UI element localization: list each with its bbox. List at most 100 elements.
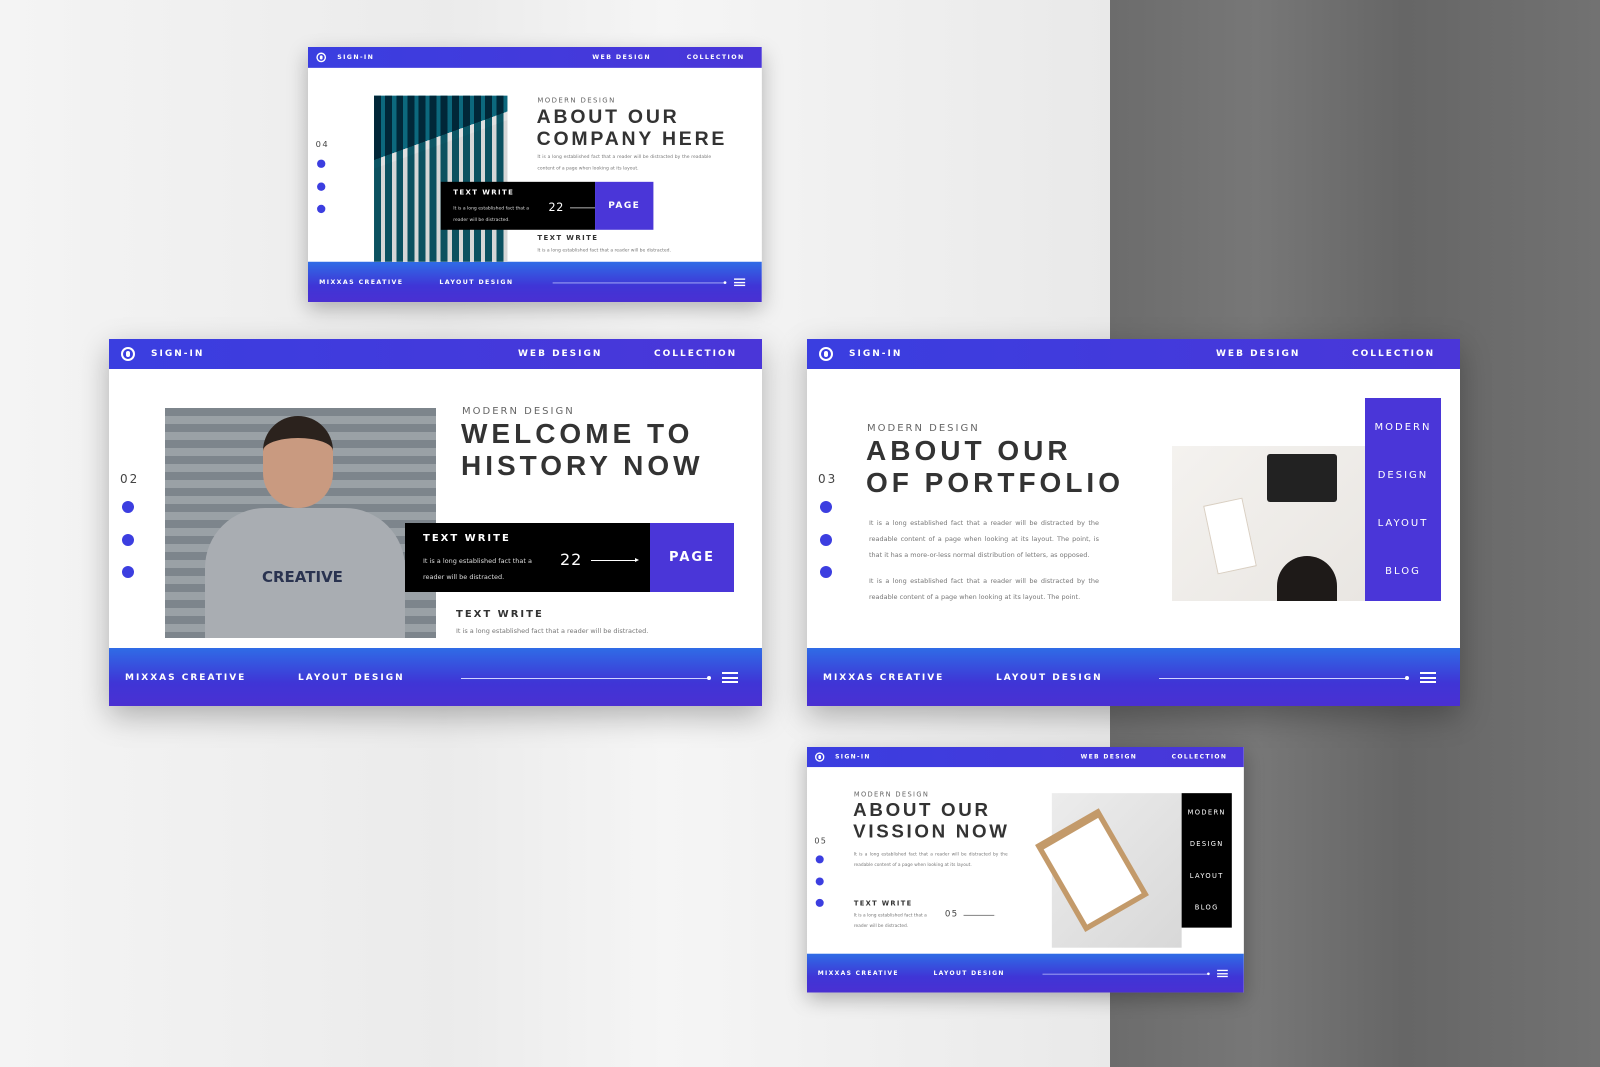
nav-web-design[interactable]: WEB DESIGN: [592, 54, 651, 61]
nav-dot[interactable]: [815, 855, 824, 864]
subtitle: MODERN DESIGN: [537, 97, 616, 105]
menu-item-modern[interactable]: MODERN: [1188, 809, 1226, 816]
slide-footer: MIXXAS CREATIVE LAYOUT DESIGN: [807, 648, 1460, 706]
sign-in-link[interactable]: SIGN-IN: [835, 754, 871, 761]
body-paragraph: It is a long established fact that a rea…: [869, 577, 1099, 601]
footer-layout: LAYOUT DESIGN: [439, 279, 514, 287]
clipboard: [1035, 808, 1149, 932]
title-line: HISTORY NOW: [461, 450, 704, 481]
footer-arrow-line: [1042, 972, 1210, 976]
nav-dot[interactable]: [122, 534, 134, 546]
title-line: OF PORTFOLIO: [866, 467, 1124, 498]
sign-in-link[interactable]: SIGN-IN: [849, 349, 902, 359]
text-write-box: TEXT WRITE It is a long established fact…: [405, 523, 650, 592]
title-line: ABOUT OUR: [853, 799, 991, 820]
text-write-box: TEXT WRITE It is a long established fact…: [440, 181, 604, 230]
nav-web-design[interactable]: WEB DESIGN: [518, 349, 602, 359]
nav-dot[interactable]: [122, 501, 134, 513]
slide-title: ABOUT OUR VISSION NOW: [853, 799, 1009, 842]
slide-title: ABOUT OUR OF PORTFOLIO: [866, 435, 1124, 499]
footer-layout: LAYOUT DESIGN: [298, 673, 405, 683]
slide-about-portfolio: SIGN-IN WEB DESIGN COLLECTION MIXXAS CRE…: [807, 339, 1460, 706]
nav-collection[interactable]: COLLECTION: [1352, 349, 1435, 359]
arrow-right-icon: [963, 913, 997, 917]
slide-header: SIGN-IN WEB DESIGN COLLECTION: [109, 339, 762, 369]
shirt-text: CREATIVE: [262, 568, 343, 586]
hamburger-menu-icon[interactable]: [1217, 969, 1228, 978]
title-line: ABOUT OUR: [536, 105, 680, 127]
hamburger-menu-icon[interactable]: [734, 278, 746, 287]
menu-item-layout[interactable]: LAYOUT: [1190, 873, 1224, 880]
subtitle: MODERN DESIGN: [853, 791, 930, 799]
nav-dot[interactable]: [815, 898, 824, 907]
building-photo: [374, 95, 508, 262]
footer-arrow-line: [461, 676, 711, 680]
page-button[interactable]: PAGE: [650, 523, 734, 592]
box-value: 22: [560, 550, 583, 569]
nav-collection[interactable]: COLLECTION: [687, 54, 745, 61]
footer-arrow-line: [1159, 676, 1409, 680]
slide-header: SIGN-IN WEB DESIGN COLLECTION: [807, 747, 1244, 768]
page-button[interactable]: PAGE: [595, 181, 654, 230]
user-circle-icon[interactable]: [316, 52, 327, 63]
user-circle-icon[interactable]: [121, 347, 135, 361]
hamburger-menu-icon[interactable]: [1420, 672, 1436, 683]
slide-title: WELCOME TO HISTORY NOW: [461, 418, 704, 482]
sign-in-link[interactable]: SIGN-IN: [337, 54, 374, 61]
nav-dot[interactable]: [317, 159, 326, 168]
nav-collection[interactable]: COLLECTION: [654, 349, 737, 359]
arrow-right-icon: [591, 558, 639, 562]
text-write-desc: It is a long established fact that a rea…: [456, 627, 649, 635]
subtitle: MODERN DESIGN: [462, 406, 575, 417]
slide-header: SIGN-IN WEB DESIGN COLLECTION: [308, 47, 762, 68]
title-line: ABOUT OUR: [866, 435, 1072, 466]
slide-welcome-history: SIGN-IN WEB DESIGN COLLECTION MIXXAS CRE…: [109, 339, 762, 706]
menu-item-design[interactable]: DESIGN: [1190, 841, 1224, 848]
title-line: WELCOME TO: [461, 418, 694, 449]
nav-dot[interactable]: [317, 182, 326, 191]
box-title: TEXT WRITE: [423, 533, 511, 544]
menu-item-modern[interactable]: MODERN: [1375, 422, 1432, 433]
man-photo: CREATIVE: [165, 408, 436, 638]
footer-brand: MIXXAS CREATIVE: [817, 970, 899, 978]
user-circle-icon[interactable]: [819, 347, 833, 361]
clipboard-photo: [1035, 793, 1182, 948]
nav-dot[interactable]: [122, 566, 134, 578]
nav-web-design[interactable]: WEB DESIGN: [1081, 754, 1137, 761]
text-write-desc: It is a long established fact that a rea…: [853, 912, 927, 929]
nav-dot[interactable]: [317, 204, 326, 214]
text-write-value: 05: [944, 908, 959, 919]
paper: [1043, 817, 1142, 925]
nav-dot[interactable]: [820, 534, 832, 546]
menu-item-blog[interactable]: BLOG: [1385, 566, 1421, 577]
hamburger-menu-icon[interactable]: [722, 672, 738, 683]
nav-dot[interactable]: [820, 566, 832, 578]
footer-arrow-line: [552, 281, 727, 284]
sign-in-link[interactable]: SIGN-IN: [151, 349, 204, 359]
person: [1277, 556, 1337, 601]
nav-dot[interactable]: [820, 501, 832, 513]
footer-layout: LAYOUT DESIGN: [933, 970, 1005, 978]
slide-header: SIGN-IN WEB DESIGN COLLECTION: [807, 339, 1460, 369]
slide-footer: MIXXAS CREATIVE LAYOUT DESIGN: [109, 648, 762, 706]
menu-item-blog[interactable]: BLOG: [1195, 904, 1219, 911]
body-paragraph: It is a long established fact that a rea…: [537, 154, 712, 171]
body-paragraph: It is a long established fact that a rea…: [853, 851, 1008, 868]
menu-item-layout[interactable]: LAYOUT: [1378, 518, 1429, 529]
side-menu: MODERN DESIGN LAYOUT BLOG: [1365, 398, 1441, 601]
nav-collection[interactable]: COLLECTION: [1172, 754, 1228, 761]
slide-number: 04: [315, 139, 330, 150]
user-circle-icon[interactable]: [815, 752, 825, 762]
slide-about-vision: SIGN-IN WEB DESIGN COLLECTION MIXXAS CRE…: [807, 747, 1244, 993]
subtitle: MODERN DESIGN: [867, 423, 980, 434]
side-menu: MODERN DESIGN LAYOUT BLOG: [1181, 793, 1232, 928]
nav-dot[interactable]: [815, 877, 824, 886]
box-title: TEXT WRITE: [453, 188, 515, 197]
menu-item-design[interactable]: DESIGN: [1378, 470, 1429, 481]
body-paragraph: It is a long established fact that a rea…: [869, 519, 1099, 559]
nav-web-design[interactable]: WEB DESIGN: [1216, 349, 1300, 359]
footer-brand: MIXXAS CREATIVE: [319, 279, 404, 287]
slide-number: 05: [814, 835, 828, 846]
laptop: [1267, 454, 1337, 502]
title-line: COMPANY HERE: [536, 127, 728, 150]
